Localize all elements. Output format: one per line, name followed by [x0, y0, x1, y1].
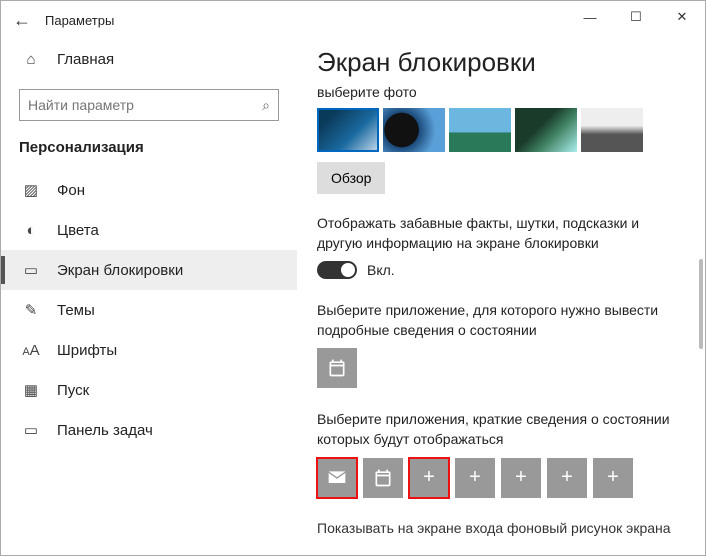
- quick-app-slot-2[interactable]: [363, 458, 403, 498]
- choose-photo-label: выберите фото: [317, 84, 681, 100]
- plus-icon: +: [561, 466, 573, 489]
- nav-start[interactable]: ▦ Пуск: [1, 370, 297, 410]
- window-title: Параметры: [45, 13, 114, 28]
- search-input[interactable]: [28, 97, 262, 113]
- calendar-icon: [373, 468, 393, 488]
- nav-themes[interactable]: ✎ Темы: [1, 290, 297, 330]
- wallpaper-thumb-5[interactable]: [581, 108, 643, 152]
- nav-fonts[interactable]: AA Шрифты: [1, 330, 297, 370]
- search-box[interactable]: ⌕: [19, 89, 279, 121]
- wallpaper-thumb-1[interactable]: [317, 108, 379, 152]
- mail-icon: [327, 468, 347, 488]
- page-heading: Экран блокировки: [317, 47, 681, 78]
- nav-home[interactable]: ⌂ Главная: [1, 39, 297, 79]
- nav-label: Пуск: [57, 382, 89, 399]
- quick-app-slot-5[interactable]: +: [501, 458, 541, 498]
- themes-icon: ✎: [19, 301, 43, 319]
- category-title: Персонализация: [19, 139, 279, 156]
- taskbar-icon: ▭: [19, 421, 43, 439]
- wallpaper-thumb-2[interactable]: [383, 108, 445, 152]
- plus-icon: +: [515, 466, 527, 489]
- home-icon: ⌂: [19, 51, 43, 68]
- search-icon: ⌕: [262, 97, 270, 114]
- nav-label: Шрифты: [57, 342, 117, 359]
- quick-app-slot-1[interactable]: [317, 458, 357, 498]
- fun-facts-label: Отображать забавные факты, шутки, подска…: [317, 214, 681, 253]
- nav-colors[interactable]: ◐ Цвета: [1, 210, 297, 250]
- wallpaper-thumb-4[interactable]: [515, 108, 577, 152]
- quick-app-slot-7[interactable]: +: [593, 458, 633, 498]
- maximize-button[interactable]: ☐: [613, 1, 659, 33]
- nav-label: Темы: [57, 302, 95, 319]
- wallpaper-thumbnails: [317, 108, 681, 152]
- nav-label: Цвета: [57, 222, 99, 239]
- calendar-icon: [327, 358, 347, 378]
- detailed-app-label: Выберите приложение, для которого нужно …: [317, 301, 681, 340]
- back-icon[interactable]: ←: [13, 10, 41, 31]
- toggle-state: Вкл.: [367, 262, 395, 278]
- quick-app-slot-3[interactable]: +: [409, 458, 449, 498]
- palette-icon: ◐: [19, 222, 43, 239]
- nav-label: Экран блокировки: [57, 262, 183, 279]
- show-bg-label: Показывать на экране входа фоновый рисун…: [317, 520, 681, 536]
- plus-icon: +: [607, 466, 619, 489]
- picture-icon: ▨: [19, 181, 43, 199]
- nav-label: Главная: [57, 51, 114, 68]
- nav-background[interactable]: ▨ Фон: [1, 170, 297, 210]
- window-controls: — ☐ ✕: [567, 1, 705, 33]
- plus-icon: +: [469, 466, 481, 489]
- wallpaper-thumb-3[interactable]: [449, 108, 511, 152]
- plus-icon: +: [423, 466, 435, 489]
- detailed-app-slot[interactable]: [317, 348, 357, 388]
- nav-label: Фон: [57, 182, 85, 199]
- browse-button[interactable]: Обзор: [317, 162, 385, 194]
- quick-app-slot-6[interactable]: +: [547, 458, 587, 498]
- quick-app-slot-4[interactable]: +: [455, 458, 495, 498]
- nav-lockscreen[interactable]: ▭ Экран блокировки: [1, 250, 297, 290]
- sidebar: ⌂ Главная ⌕ Персонализация ▨ Фон ◐ Цвета…: [1, 39, 297, 555]
- scrollbar[interactable]: [699, 259, 703, 349]
- quick-apps-label: Выберите приложения, краткие сведения о …: [317, 410, 681, 449]
- fonts-icon: AA: [19, 342, 43, 359]
- minimize-button[interactable]: —: [567, 1, 613, 33]
- nav-label: Панель задач: [57, 422, 153, 439]
- lockscreen-icon: ▭: [19, 261, 43, 279]
- fun-facts-toggle[interactable]: [317, 261, 357, 279]
- start-icon: ▦: [19, 381, 43, 399]
- nav-taskbar[interactable]: ▭ Панель задач: [1, 410, 297, 450]
- main-content: Экран блокировки выберите фото Обзор Ото…: [297, 39, 705, 555]
- titlebar: ← Параметры — ☐ ✕: [1, 1, 705, 39]
- close-button[interactable]: ✕: [659, 1, 705, 33]
